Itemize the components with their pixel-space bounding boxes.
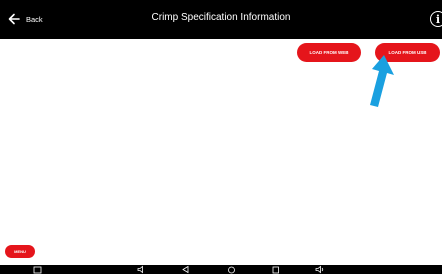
volume-down-icon[interactable] [137, 265, 146, 274]
page-title: Crimp Specification Information [151, 12, 291, 23]
menu-button[interactable]: MENU [5, 245, 35, 258]
back-label: Back [26, 14, 43, 24]
recent-apps-icon[interactable] [271, 265, 280, 274]
screenshot-icon[interactable] [33, 265, 42, 274]
left-arrow-icon [8, 13, 20, 25]
blue-arrow-pointer-icon [370, 55, 394, 107]
back-triangle-icon[interactable] [181, 265, 190, 274]
top-bar: Back Crimp Specification Information i [0, 0, 442, 39]
info-icon[interactable]: i [430, 11, 442, 27]
system-nav-bar [0, 265, 442, 274]
volume-up-icon[interactable] [315, 265, 325, 274]
back-button[interactable]: Back [7, 11, 43, 27]
load-from-web-button[interactable]: LOAD FROM WEB [297, 43, 361, 62]
home-circle-icon[interactable] [227, 265, 236, 274]
